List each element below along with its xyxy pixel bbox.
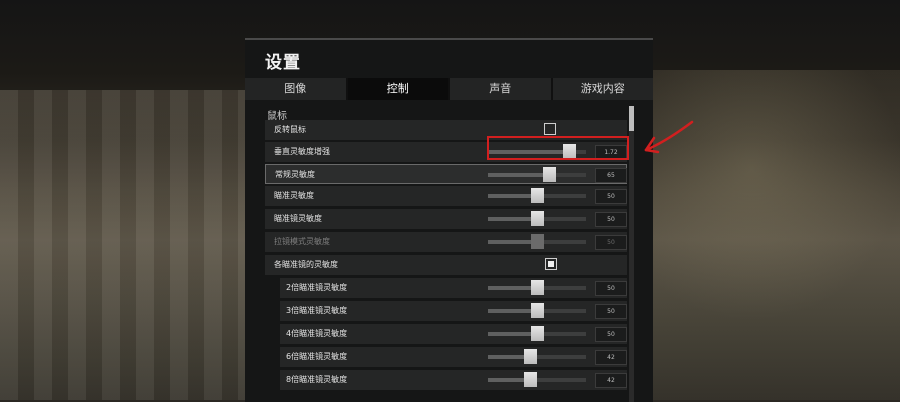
slider-thumb <box>530 234 544 249</box>
page-title: 设置 <box>265 53 301 73</box>
scope-2x-value[interactable]: 50 <box>595 281 627 296</box>
row-label: 3倍瞄准镜灵敏度 <box>286 306 348 315</box>
scroll-thumb[interactable] <box>629 106 634 131</box>
scope-6x-value[interactable]: 42 <box>595 350 627 365</box>
scope-sensitivity-slider[interactable] <box>488 211 586 226</box>
row-label: 4倍瞄准镜灵敏度 <box>286 329 348 338</box>
slider-thumb[interactable] <box>530 326 544 341</box>
slider-thumb[interactable] <box>543 167 557 182</box>
row-label: 瞄准灵敏度 <box>274 191 314 200</box>
slider-fill <box>488 173 550 177</box>
row-toggle-scope-sensitivity: 拉镜模式灵敏度 50 <box>265 232 627 252</box>
row-label: 常规灵敏度 <box>275 170 315 179</box>
tab-controls[interactable]: 控制 <box>347 78 450 100</box>
scope-4x-value[interactable]: 50 <box>595 327 627 342</box>
annotation-arrow-icon <box>644 120 694 154</box>
row-label: 垂直灵敏度增强 <box>274 147 330 156</box>
settings-scrollbar[interactable] <box>629 106 634 402</box>
row-scope-sensitivity[interactable]: 瞄准镜灵敏度 50 <box>265 209 627 229</box>
slider-thumb[interactable] <box>523 349 537 364</box>
scope-4x-slider[interactable] <box>488 326 586 341</box>
row-aim-sensitivity[interactable]: 瞄准灵敏度 50 <box>265 186 627 206</box>
slider-thumb[interactable] <box>523 372 537 387</box>
settings-panel: 设置 图像 控制 声音 游戏内容 鼠标 反转鼠标 垂直灵敏度增强 1.72 常规… <box>245 38 653 402</box>
row-label: 瞄准镜灵敏度 <box>274 214 322 223</box>
row-label: 反转鼠标 <box>274 125 306 134</box>
row-scope-8x-sensitivity[interactable]: 8倍瞄准镜灵敏度 42 <box>280 370 627 390</box>
row-scope-2x-sensitivity[interactable]: 2倍瞄准镜灵敏度 50 <box>280 278 627 298</box>
general-sensitivity-slider[interactable] <box>488 167 586 182</box>
general-sensitivity-value[interactable]: 65 <box>595 168 627 183</box>
scope-sensitivity-value[interactable]: 50 <box>595 212 627 227</box>
row-label: 2倍瞄准镜灵敏度 <box>286 283 348 292</box>
toggle-scope-sensitivity-slider <box>488 234 586 249</box>
slider-thumb[interactable] <box>530 303 544 318</box>
row-scope-6x-sensitivity[interactable]: 6倍瞄准镜灵敏度 42 <box>280 347 627 367</box>
settings-tabs: 图像 控制 声音 游戏内容 <box>245 78 653 100</box>
row-label: 拉镜模式灵敏度 <box>274 237 330 246</box>
per-scope-checkbox[interactable] <box>545 258 557 270</box>
row-label: 6倍瞄准镜灵敏度 <box>286 352 348 361</box>
slider-thumb[interactable] <box>530 280 544 295</box>
row-per-scope-sensitivity[interactable]: 各瞄准镜的灵敏度 <box>265 255 627 275</box>
scope-3x-value[interactable]: 50 <box>595 304 627 319</box>
annotation-highlight-box <box>487 136 629 160</box>
background-scenery-left <box>0 90 245 400</box>
scope-8x-slider[interactable] <box>488 372 586 387</box>
scope-3x-slider[interactable] <box>488 303 586 318</box>
scope-6x-slider[interactable] <box>488 349 586 364</box>
aim-sensitivity-value[interactable]: 50 <box>595 189 627 204</box>
row-label: 8倍瞄准镜灵敏度 <box>286 375 348 384</box>
row-general-sensitivity[interactable]: 常规灵敏度 65 <box>265 164 627 184</box>
invert-mouse-checkbox[interactable] <box>544 123 556 135</box>
row-label: 各瞄准镜的灵敏度 <box>274 260 338 269</box>
tab-audio[interactable]: 声音 <box>450 78 553 100</box>
slider-thumb[interactable] <box>530 211 544 226</box>
slider-thumb[interactable] <box>530 188 544 203</box>
toggle-scope-sensitivity-value: 50 <box>595 235 627 250</box>
scope-2x-slider[interactable] <box>488 280 586 295</box>
tab-gameplay[interactable]: 游戏内容 <box>552 78 653 100</box>
row-scope-3x-sensitivity[interactable]: 3倍瞄准镜灵敏度 50 <box>280 301 627 321</box>
row-scope-4x-sensitivity[interactable]: 4倍瞄准镜灵敏度 50 <box>280 324 627 344</box>
tab-graphics[interactable]: 图像 <box>245 78 348 100</box>
scope-8x-value[interactable]: 42 <box>595 373 627 388</box>
aim-sensitivity-slider[interactable] <box>488 188 586 203</box>
